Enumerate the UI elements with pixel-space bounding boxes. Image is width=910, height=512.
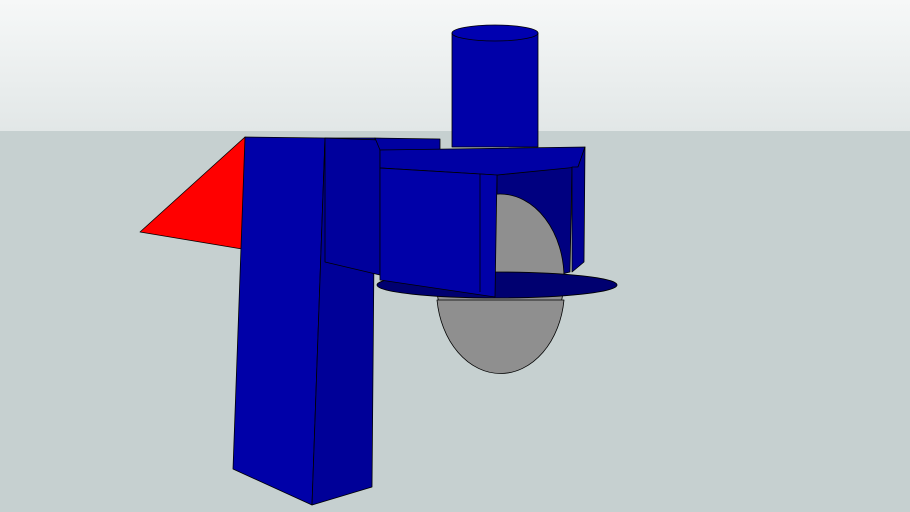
- vertical-block-front-face: [232, 136, 326, 506]
- cylinder-top: [451, 24, 539, 42]
- cylinder-body: [451, 32, 539, 148]
- arm-connector-face: [324, 137, 381, 276]
- arm-top-strip: [374, 137, 441, 151]
- box-front-face: [379, 167, 498, 298]
- 3d-model-viewport[interactable]: [0, 0, 910, 512]
